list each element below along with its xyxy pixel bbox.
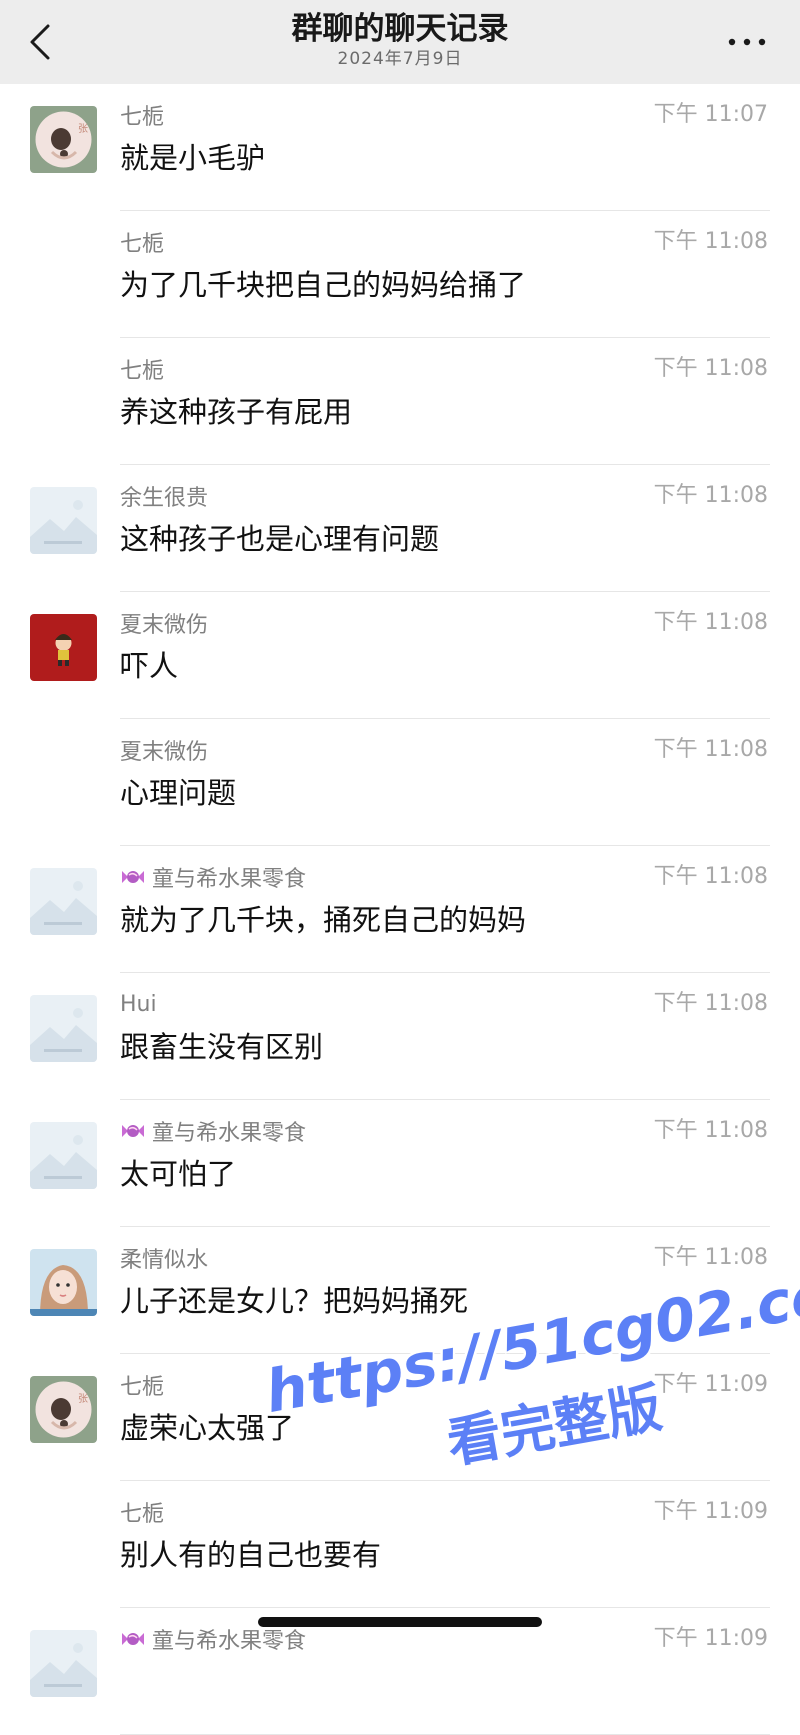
top-bar: 群聊的聊天记录 2024年7月9日 bbox=[0, 0, 800, 84]
message-text: 儿子还是女儿？把妈妈捅死 bbox=[120, 1284, 469, 1318]
message-item[interactable]: 童与希水果零食 下午 11:09 bbox=[0, 1608, 800, 1735]
message-time: 下午 11:09 bbox=[653, 1499, 768, 1524]
sender-name: 柔情似水 bbox=[120, 1248, 209, 1273]
message-item[interactable]: 七栀 下午 11:09 别人有的自己也要有 bbox=[0, 1481, 800, 1608]
message-text: 虚荣心太强了 bbox=[120, 1411, 295, 1445]
sender-name: 童与希水果零食 bbox=[152, 1629, 307, 1654]
sender-row: 七栀 bbox=[120, 100, 164, 130]
message-item[interactable]: 童与希水果零食 下午 11:08 太可怕了 bbox=[0, 1100, 800, 1227]
message-item[interactable]: 余生很贵 下午 11:08 这种孩子也是心理有问题 bbox=[0, 465, 800, 592]
candy-icon bbox=[120, 867, 146, 887]
sender-name: 余生很贵 bbox=[120, 486, 209, 511]
message-item[interactable]: 七栀 下午 11:08 为了几千块把自己的妈妈给捅了 bbox=[0, 211, 800, 338]
sender-row: 柔情似水 bbox=[120, 1243, 208, 1273]
sender-row: Hui bbox=[120, 989, 157, 1019]
message-text: 为了几千块把自己的妈妈给捅了 bbox=[120, 268, 527, 302]
sender-name: Hui bbox=[120, 991, 157, 1017]
avatar[interactable] bbox=[30, 1122, 97, 1189]
candy-icon bbox=[120, 1629, 146, 1649]
message-text: 别人有的自己也要有 bbox=[120, 1538, 382, 1572]
candy-icon bbox=[120, 1121, 146, 1141]
message-text: 吓人 bbox=[120, 649, 179, 683]
avatar[interactable]: 张 bbox=[30, 1376, 97, 1443]
message-text: 太可怕了 bbox=[120, 1157, 237, 1191]
message-text: 跟畜生没有区别 bbox=[120, 1030, 324, 1064]
avatar[interactable]: 张 bbox=[30, 106, 97, 173]
message-time: 下午 11:09 bbox=[653, 1626, 768, 1651]
sender-name: 七栀 bbox=[120, 359, 165, 384]
avatar[interactable] bbox=[30, 868, 97, 935]
message-time: 下午 11:08 bbox=[653, 1245, 768, 1270]
avatar[interactable] bbox=[30, 1249, 97, 1316]
sender-row: 七栀 bbox=[120, 1370, 164, 1400]
message-time: 下午 11:08 bbox=[653, 864, 768, 889]
message-item[interactable]: 张 七栀 下午 11:09 虚荣心太强了 bbox=[0, 1354, 800, 1481]
sender-row: 七栀 bbox=[120, 227, 164, 257]
sender-row: 童与希水果零食 bbox=[120, 862, 306, 892]
avatar[interactable] bbox=[30, 1630, 97, 1697]
svg-text:张: 张 bbox=[78, 1393, 88, 1405]
avatar[interactable] bbox=[30, 487, 97, 554]
message-time: 下午 11:07 bbox=[653, 102, 768, 127]
sender-name: 夏末微伤 bbox=[120, 613, 209, 638]
message-time: 下午 11:08 bbox=[653, 1118, 768, 1143]
message-text: 就为了几千块，捅死自己的妈妈 bbox=[120, 903, 527, 937]
message-time: 下午 11:09 bbox=[653, 1372, 768, 1397]
sender-name: 七栀 bbox=[120, 1375, 165, 1400]
message-time: 下午 11:08 bbox=[653, 991, 768, 1016]
sender-row: 余生很贵 bbox=[120, 481, 208, 511]
message-item[interactable]: 七栀 下午 11:08 养这种孩子有屁用 bbox=[0, 338, 800, 465]
message-text: 这种孩子也是心理有问题 bbox=[120, 522, 440, 556]
message-item[interactable]: 柔情似水 下午 11:08 儿子还是女儿？把妈妈捅死 bbox=[0, 1227, 800, 1354]
avatar[interactable] bbox=[30, 995, 97, 1062]
message-time: 下午 11:08 bbox=[653, 483, 768, 508]
home-indicator[interactable] bbox=[258, 1617, 542, 1627]
sender-row: 童与希水果零食 bbox=[120, 1116, 306, 1146]
sender-row: 七栀 bbox=[120, 354, 164, 384]
sender-name: 七栀 bbox=[120, 232, 165, 257]
sender-row: 夏末微伤 bbox=[120, 735, 208, 765]
message-time: 下午 11:08 bbox=[653, 737, 768, 762]
sender-name: 七栀 bbox=[120, 1502, 165, 1527]
sender-row: 童与希水果零食 bbox=[120, 1624, 306, 1654]
sender-name: 童与希水果零食 bbox=[152, 1121, 307, 1146]
message-time: 下午 11:08 bbox=[653, 610, 768, 635]
message-text: 心理问题 bbox=[120, 776, 237, 810]
message-item[interactable]: Hui 下午 11:08 跟畜生没有区别 bbox=[0, 973, 800, 1100]
message-list: 张七栀 下午 11:07 就是小毛驴 七栀 下午 11:08 为了几千块把自己的妈妈给捅了… bbox=[0, 84, 800, 1735]
sender-row: 七栀 bbox=[120, 1497, 164, 1527]
title-block: 群聊的聊天记录 2024年7月9日 bbox=[0, 10, 800, 70]
message-item[interactable]: 张 七栀 下午 11:07 就是小毛驴 bbox=[0, 84, 800, 211]
svg-text:张: 张 bbox=[78, 123, 88, 135]
message-time: 下午 11:08 bbox=[653, 229, 768, 254]
message-text: 就是小毛驴 bbox=[120, 141, 266, 175]
message-item[interactable]: 夏末微伤 下午 11:08 吓人 bbox=[0, 592, 800, 719]
message-text: 养这种孩子有屁用 bbox=[120, 395, 353, 429]
sender-name: 夏末微伤 bbox=[120, 740, 209, 765]
page-title: 群聊的聊天记录 bbox=[291, 11, 509, 47]
message-time: 下午 11:08 bbox=[653, 356, 768, 381]
sender-name: 七栀 bbox=[120, 105, 165, 130]
more-dots-icon[interactable] bbox=[722, 22, 772, 62]
avatar[interactable] bbox=[30, 614, 97, 681]
sender-name: 童与希水果零食 bbox=[152, 867, 307, 892]
message-item[interactable]: 童与希水果零食 下午 11:08 就为了几千块，捅死自己的妈妈 bbox=[0, 846, 800, 973]
message-item[interactable]: 夏末微伤 下午 11:08 心理问题 bbox=[0, 719, 800, 846]
page-date: 2024年7月9日 bbox=[337, 49, 463, 69]
sender-row: 夏末微伤 bbox=[120, 608, 208, 638]
